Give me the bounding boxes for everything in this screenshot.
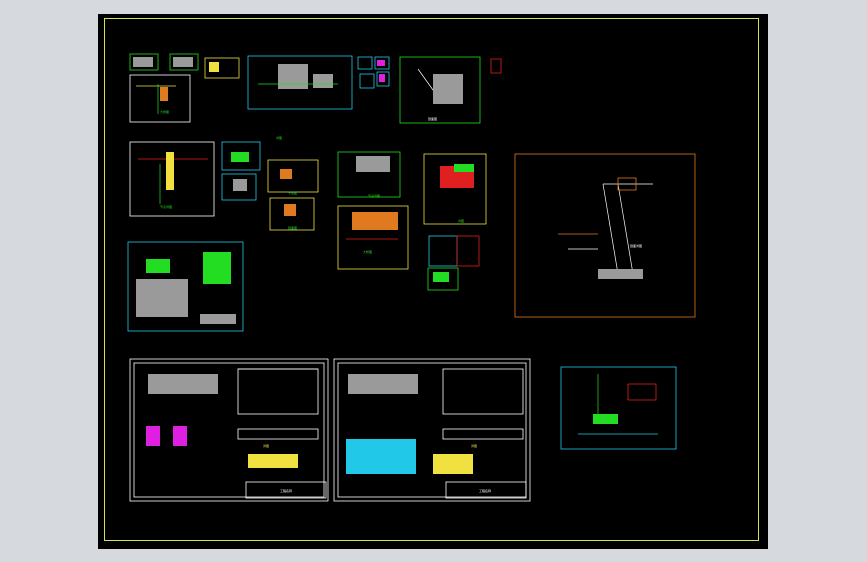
sheet-g1-fill1 [146,259,170,273]
sheet-a3-fill [209,62,219,72]
sheet-c2-fill [377,60,385,66]
main-section-label: 剖面详图 [630,244,643,248]
bottom-1-detail [148,374,218,394]
detail-label-b7: 详图 [458,219,465,223]
sheet-h1-red [627,383,657,401]
bottom-2-notes [346,439,416,474]
sheet-d1 [490,58,502,74]
sheet-b9-fill [284,204,296,216]
bottom-2-elev [442,368,524,415]
sheet-b2-fill2 [313,74,333,88]
main-footing [598,269,643,279]
sheet-b4-fill [433,74,463,104]
bottom-2-plan [442,428,524,440]
bottom-2-detail [348,374,418,394]
sheet-b8-fill [280,169,292,179]
sheet-g1-note [200,314,236,324]
sheet-h1 [560,366,677,450]
sheet-b2-fill1 [278,64,308,89]
bottom-1-col1 [146,426,160,446]
bottom-1-elev [237,368,319,415]
sheet-a2-fill [173,57,193,67]
detail-label-b1: 大样图 [160,110,170,114]
bottom-1-col2 [173,426,187,446]
cad-model-space[interactable]: 大样图 节点详图 详图 剖面图 大样图 节点详图 详图 节点图 剖面图 剖面详图… [98,14,768,549]
main-wall-1 [602,183,619,275]
detail-label-b8: 节点图 [288,191,298,195]
sheet-c3 [359,73,375,89]
sheet-a1-fill [133,57,153,67]
sheet-f1 [428,235,458,267]
sheet-b2-yfill [166,152,174,190]
sheet-g1-fill2 [203,252,231,284]
detail-label-b6: 节点详图 [368,194,381,198]
sheet-e1-fill [231,152,249,162]
sheet-h1-fill [593,414,618,424]
main-section-sheet [514,153,696,318]
sheet-e2-fill [233,179,247,191]
sheet-c4-fill [379,74,385,82]
sheet-f3-fill [433,272,449,282]
sheet-f2 [456,235,480,267]
sheet-b8 [267,159,319,193]
detail-label-b3: 详图 [276,136,283,140]
drawing-sheets [127,53,696,502]
sheet-1-label: 详图 [263,444,270,448]
sheet-b5-fill [352,212,398,230]
title-block-1-label: 工程名称 [280,489,293,493]
bottom-1-notes [248,454,298,468]
sheet-b7-fill2 [454,164,474,172]
bottom-2-notes2 [433,454,473,474]
sheet-g1-table [136,279,188,317]
title-block-2-label: 工程名称 [479,489,492,493]
sheet-c1 [357,56,373,70]
sheet-b1-fill [160,87,168,101]
sheet-2-label: 详图 [471,444,478,448]
sheet-b6-fill [356,156,390,172]
detail-label-b5: 大样图 [363,250,373,254]
detail-label-b9: 剖面图 [288,226,298,230]
detail-label-b4: 剖面图 [428,117,438,121]
bottom-1-plan [237,428,319,440]
main-wall-2 [617,183,634,275]
detail-label-b2: 节点详图 [160,205,173,209]
